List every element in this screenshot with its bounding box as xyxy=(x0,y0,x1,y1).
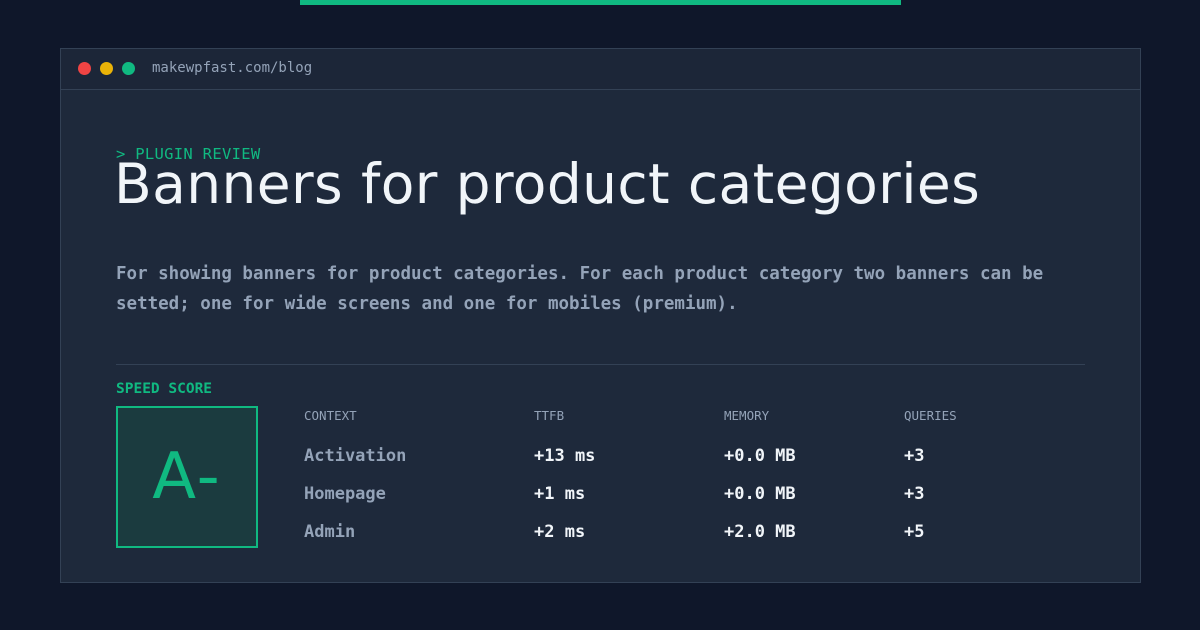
speed-score-label: SPEED SCORE xyxy=(116,381,213,397)
row-admin-ttfb: +2 ms xyxy=(534,522,586,542)
post-title: Banners for product categories xyxy=(114,152,981,216)
column-header-context: CONTEXT xyxy=(304,408,357,423)
section-divider xyxy=(116,364,1085,365)
row-admin-memory: +2.0 MB xyxy=(724,522,796,542)
speed-score-grade: A- xyxy=(152,440,222,514)
column-header-queries: QUERIES xyxy=(904,408,957,423)
row-homepage-memory: +0.0 MB xyxy=(724,484,796,504)
column-header-ttfb: TTFB xyxy=(534,408,565,423)
maximize-dot xyxy=(122,62,135,75)
row-activation-ttfb: +13 ms xyxy=(534,446,596,466)
minimize-dot xyxy=(100,62,113,75)
window-titlebar: makewpfast.com/blog xyxy=(61,49,1140,90)
post-description: For showing banners for product categori… xyxy=(116,264,1044,314)
row-homepage-ttfb: +1 ms xyxy=(534,484,586,504)
column-header-memory: MEMORY xyxy=(724,408,770,423)
row-admin-queries: +5 xyxy=(904,522,925,542)
row-homepage-context: Homepage xyxy=(304,484,386,504)
top-accent-bar xyxy=(300,0,901,5)
row-activation-context: Activation xyxy=(304,446,407,466)
url-text: makewpfast.com/blog xyxy=(152,60,313,76)
close-dot xyxy=(78,62,91,75)
row-activation-memory: +0.0 MB xyxy=(724,446,796,466)
row-admin-context: Admin xyxy=(304,522,356,542)
speed-score-badge: A- xyxy=(116,406,258,548)
browser-window: makewpfast.com/blog > PLUGIN REVIEW Bann… xyxy=(60,48,1141,583)
row-homepage-queries: +3 xyxy=(904,484,925,504)
row-activation-queries: +3 xyxy=(904,446,925,466)
